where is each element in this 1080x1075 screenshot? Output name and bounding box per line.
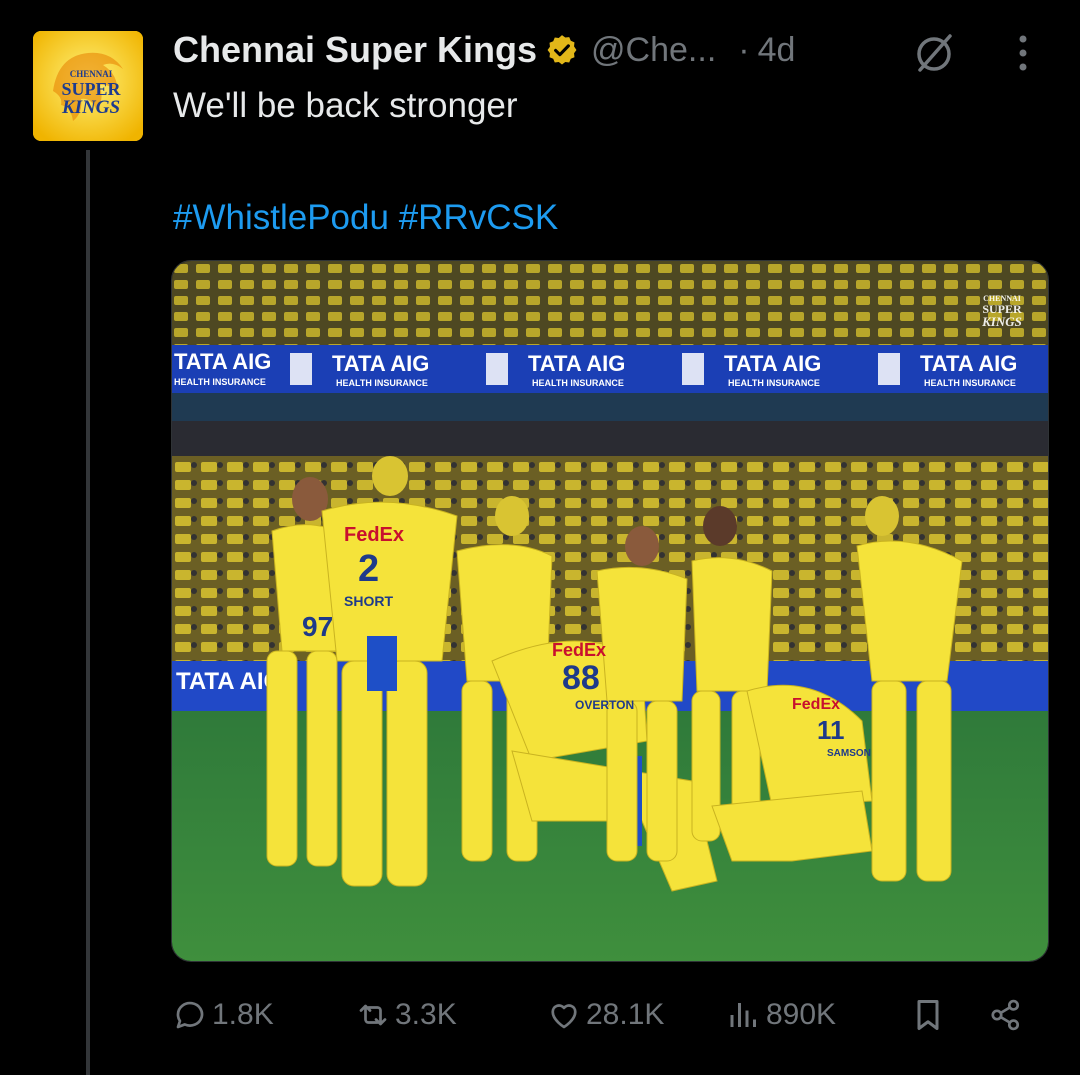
svg-text:97: 97 — [302, 611, 333, 642]
like-icon — [551, 1004, 577, 1029]
hashtag-whistlepodu[interactable]: #WhistlePodu — [173, 198, 389, 237]
team-huddle-photo: TATA AIG HEALTH INSURANCE TATA AIG HEALT… — [172, 261, 1048, 961]
svg-text:TATA AIG: TATA AIG — [724, 351, 821, 376]
svg-text:TATA AIG: TATA AIG — [920, 351, 1017, 376]
bookmark-button[interactable] — [910, 985, 946, 1045]
tweet-text: We'll be back stronger — [173, 86, 518, 125]
tweet-header: Chennai Super Kings @Che... · 4d — [173, 26, 795, 74]
more-icon[interactable] — [1008, 30, 1038, 76]
svg-text:SHORT: SHORT — [344, 593, 393, 609]
svg-text:TATA AIG: TATA AIG — [174, 349, 271, 374]
svg-text:OVERTON: OVERTON — [575, 698, 634, 712]
svg-text:88: 88 — [562, 659, 600, 697]
svg-text:SAMSON: SAMSON — [827, 748, 871, 759]
svg-text:HEALTH INSURANCE: HEALTH INSURANCE — [532, 378, 624, 388]
views-button[interactable]: 890K — [726, 985, 836, 1045]
like-count: 28.1K — [586, 998, 665, 1031]
svg-text:HEALTH INSURANCE: HEALTH INSURANCE — [336, 378, 428, 388]
reply-count: 1.8K — [212, 998, 274, 1031]
svg-text:2: 2 — [358, 548, 379, 590]
svg-text:TATA AIG: TATA AIG — [528, 351, 625, 376]
repost-icon — [359, 1004, 387, 1026]
svg-text:HEALTH INSURANCE: HEALTH INSURANCE — [174, 377, 266, 387]
author-handle[interactable]: @Che... — [591, 31, 716, 70]
hashtag-rrvcsk[interactable]: #RRvCSK — [399, 198, 558, 237]
share-icon — [991, 999, 1020, 1031]
svg-text:KINGS: KINGS — [981, 314, 1022, 329]
svg-text:FedEx: FedEx — [552, 640, 606, 660]
verified-badge-icon[interactable] — [545, 33, 579, 67]
grok-icon[interactable] — [910, 28, 958, 76]
reply-icon — [176, 1001, 204, 1029]
reply-button[interactable]: 1.8K — [172, 985, 274, 1045]
thread-line — [86, 150, 90, 1075]
repost-count: 3.3K — [395, 998, 457, 1031]
timestamp[interactable]: 4d — [758, 31, 796, 70]
svg-text:CHENNAI: CHENNAI — [70, 69, 113, 79]
bookmark-icon — [917, 1000, 939, 1030]
svg-text:TATA AIG: TATA AIG — [176, 668, 282, 695]
share-button[interactable] — [988, 985, 1024, 1045]
csk-logo: CHENNAI SUPER KINGS — [33, 31, 143, 141]
svg-text:FedEx: FedEx — [344, 524, 404, 546]
hashtags: #WhistlePodu #RRvCSK — [173, 196, 558, 240]
svg-text:KINGS: KINGS — [61, 97, 120, 118]
repost-button[interactable]: 3.3K — [355, 985, 457, 1045]
svg-text:11: 11 — [817, 715, 845, 745]
author-name[interactable]: Chennai Super Kings — [173, 29, 537, 71]
svg-text:HEALTH INSURANCE: HEALTH INSURANCE — [728, 378, 820, 388]
tweet-image[interactable]: TATA AIG HEALTH INSURANCE TATA AIG HEALT… — [171, 260, 1049, 962]
tweet-actions: 1.8K 3.3K 28.1K 890K — [0, 985, 1080, 1045]
view-count: 890K — [766, 998, 837, 1031]
svg-text:FedEx: FedEx — [792, 696, 840, 713]
separator-dot: · — [738, 30, 750, 69]
svg-text:SUPER: SUPER — [61, 79, 121, 99]
views-icon — [730, 1003, 756, 1027]
avatar[interactable]: CHENNAI SUPER KINGS — [33, 31, 143, 141]
svg-text:HEALTH INSURANCE: HEALTH INSURANCE — [924, 378, 1016, 388]
like-button[interactable]: 28.1K — [546, 985, 664, 1045]
svg-text:TATA AIG: TATA AIG — [332, 351, 429, 376]
